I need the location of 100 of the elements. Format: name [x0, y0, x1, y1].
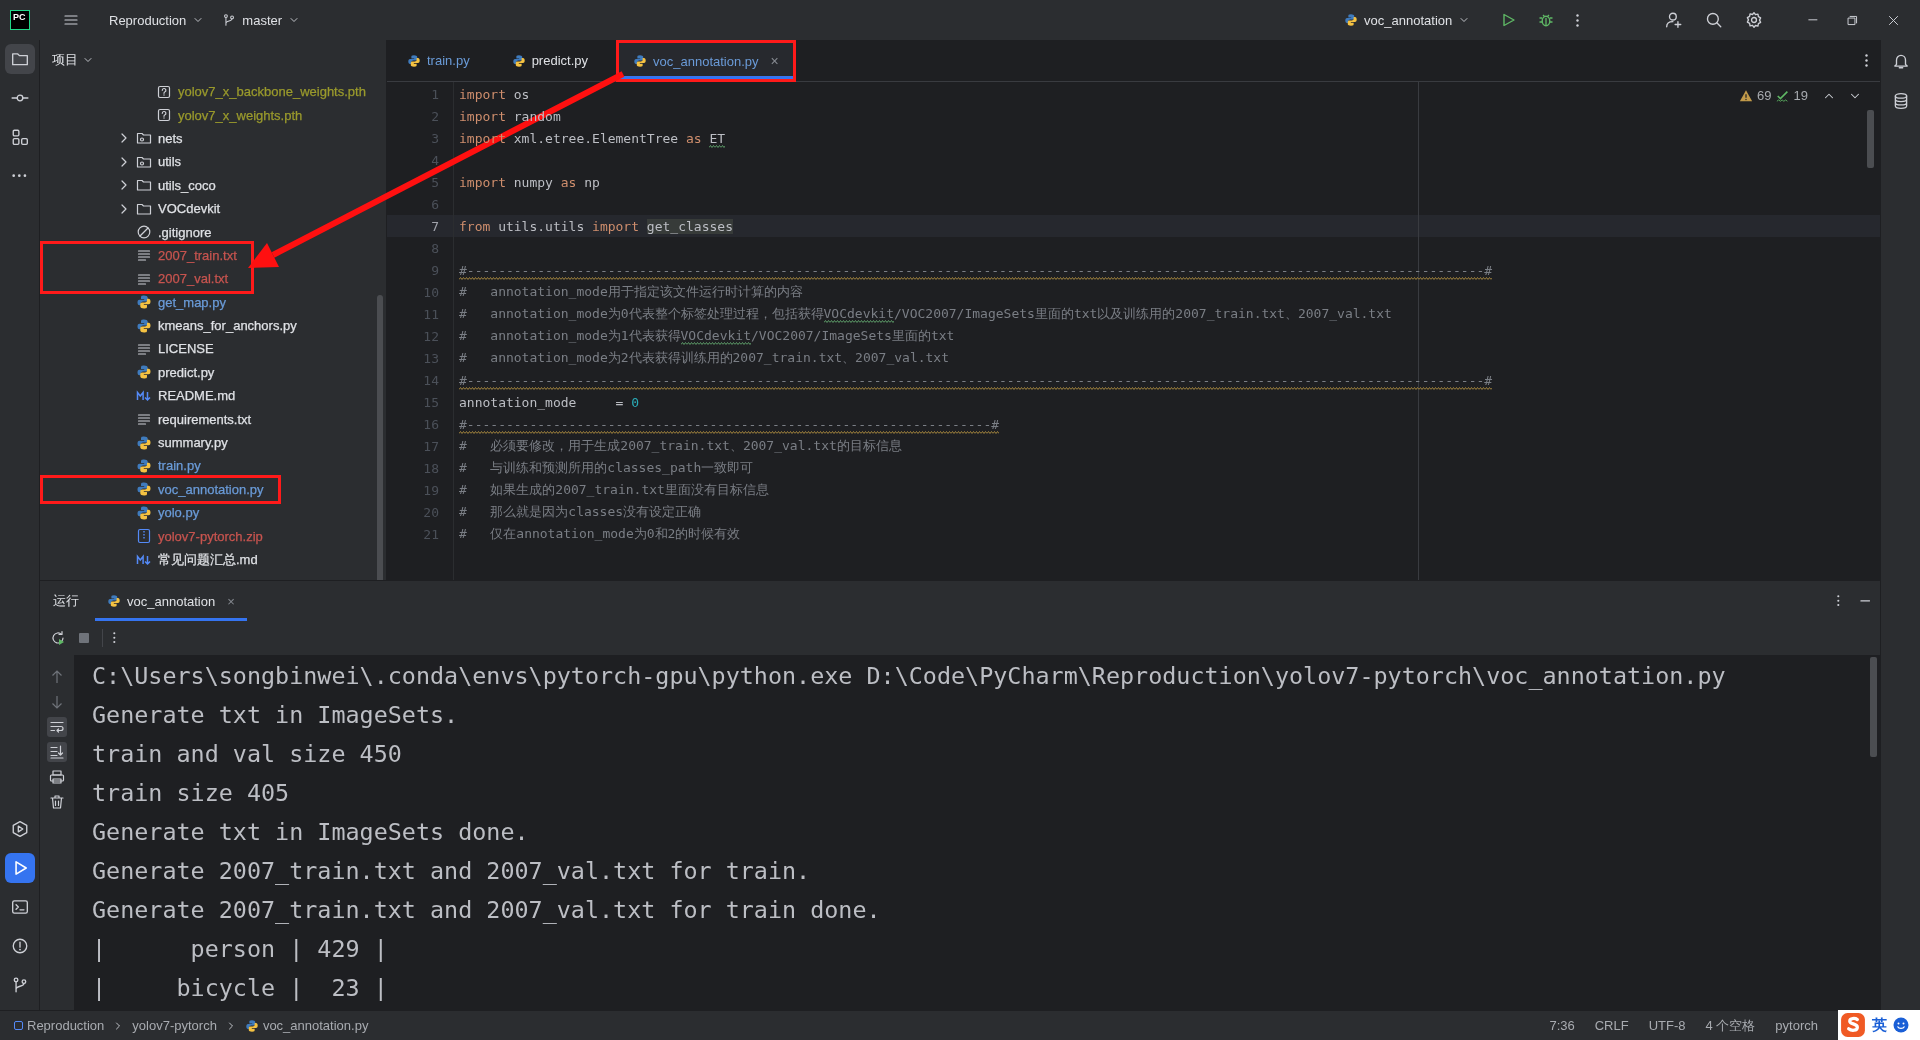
tree-item[interactable]: utils_coco: [40, 173, 386, 197]
scroll-to-end-icon: [49, 744, 65, 760]
python-icon: [136, 294, 152, 311]
folder-icon: [136, 177, 152, 194]
code-line: # annotation_mode用于指定该文件运行时计算的内容: [459, 283, 803, 301]
folder-icon: [10, 50, 29, 68]
tree-item[interactable]: get_map.py: [40, 290, 386, 314]
run-icon: [1500, 12, 1517, 28]
branch-dropdown[interactable]: master: [215, 7, 308, 33]
typo-count[interactable]: 19: [1793, 88, 1808, 103]
run-config-dropdown[interactable]: voc_annotation: [1337, 7, 1478, 33]
code-line: # 如果生成的2007_train.txt里面没有目标信息: [459, 481, 769, 499]
status-item[interactable]: UTF-8: [1641, 1016, 1693, 1035]
python-icon: [407, 53, 421, 68]
editor-tab[interactable]: voc_annotation.py ×: [616, 40, 796, 82]
bell-icon: [1891, 52, 1910, 70]
python-icon: [107, 594, 121, 608]
close-tab-icon[interactable]: ×: [770, 53, 779, 69]
archive-icon: [136, 528, 152, 545]
typo-check-icon: [1775, 88, 1790, 103]
tree-item[interactable]: voc_annotation.py: [43, 477, 264, 502]
console-line: | bicycle | 23 |: [92, 973, 389, 1004]
code-line: # annotation_mode为1代表获得VOCdevkit/VOC2007/ImageSets里面的txt: [459, 327, 955, 345]
python-icon: [136, 457, 152, 474]
run-tab[interactable]: voc_annotation ×: [95, 581, 247, 621]
soft-wrap-icon: [49, 719, 65, 735]
tree-item[interactable]: requirements.txt: [40, 407, 386, 431]
console-line: Generate 2007_train.txt and 2007_val.txt for train.: [92, 856, 812, 887]
unknown-file-icon: [156, 107, 172, 124]
tree-item[interactable]: README.md: [40, 384, 386, 408]
tree-item[interactable]: yolov7_x_weights.pth: [40, 103, 386, 127]
tree-item[interactable]: utils: [40, 150, 386, 174]
smiley-icon[interactable]: [1893, 1017, 1909, 1033]
ignore-file-icon: [136, 224, 152, 241]
editor-tab[interactable]: train.py: [393, 40, 484, 81]
minimize-icon: [1859, 600, 1870, 602]
status-item[interactable]: CRLF: [1587, 1016, 1636, 1035]
tree-item[interactable]: VOCdevkit: [40, 196, 386, 221]
terminal-icon: [10, 898, 29, 916]
problems-icon: [10, 937, 29, 955]
rerun-icon: [50, 630, 66, 646]
status-item[interactable]: 4 个空格: [1698, 1014, 1763, 1037]
print-button[interactable]: [47, 767, 67, 787]
ime-toolbar[interactable]: 英: [1838, 1010, 1920, 1040]
scrollbar-thumb[interactable]: [1867, 110, 1874, 168]
breadcrumb[interactable]: voc_annotation.py: [242, 1016, 371, 1035]
project-tool-button[interactable]: [4, 44, 35, 74]
module-icon: [14, 1021, 23, 1030]
close-tab-icon[interactable]: ×: [227, 593, 235, 609]
search-icon: [1705, 11, 1724, 29]
trash-icon: [49, 794, 65, 810]
structure-icon: [10, 128, 29, 146]
project-dropdown[interactable]: Reproduction: [102, 7, 212, 33]
scrollbar-thumb[interactable]: [1870, 657, 1877, 757]
text-file-icon: [136, 411, 152, 428]
console-line: train and val size 450: [92, 739, 403, 770]
console-line: Generate txt in ImageSets.: [92, 700, 460, 731]
services-icon: [10, 820, 29, 838]
tree-item[interactable]: kmeans_for_anchors.py: [40, 313, 386, 338]
breadcrumb[interactable]: yolov7-pytorch: [130, 1016, 219, 1035]
code-line: import os: [459, 86, 530, 102]
warning-count[interactable]: 69: [1757, 88, 1772, 103]
tree-item[interactable]: 2007_train.txt: [43, 243, 237, 268]
restore-icon: [1846, 13, 1859, 27]
tree-item[interactable]: 常见问题汇总.md: [40, 547, 386, 572]
run-tool-button[interactable]: [4, 853, 35, 883]
tree-item[interactable]: summary.py: [40, 430, 386, 455]
tree-item[interactable]: predict.py: [40, 360, 386, 385]
scroll-end-button[interactable]: [47, 742, 67, 762]
more-icon: [1836, 595, 1840, 607]
tree-item[interactable]: train.py: [40, 454, 386, 478]
tree-item[interactable]: yolo.py: [40, 501, 386, 525]
tree-item[interactable]: yolov7-pytorch.zip: [40, 524, 386, 548]
text-file-icon: [136, 341, 152, 357]
print-icon: [49, 769, 65, 785]
console-line: | person | 429 |: [92, 934, 389, 965]
tree-item[interactable]: .gitignore: [40, 220, 386, 244]
editor-tab[interactable]: predict.py: [497, 40, 602, 81]
code-line: # 仅在annotation_mode为0和2的时候有效: [459, 525, 741, 543]
close-icon: [1887, 13, 1900, 27]
python-icon: [136, 434, 152, 451]
bug-icon: [1538, 12, 1555, 28]
project-view-dropdown[interactable]: 项目: [52, 51, 94, 69]
breadcrumb[interactable]: Reproduction: [12, 1016, 107, 1035]
scrollbar-thumb[interactable]: [377, 295, 383, 580]
status-item[interactable]: pytorch: [1768, 1016, 1825, 1035]
console-line: Generate txt in ImageSets done.: [92, 817, 530, 848]
more-icon: [1865, 54, 1868, 67]
tree-item[interactable]: LICENSE: [40, 337, 386, 361]
status-item[interactable]: 7:36: [1542, 1016, 1582, 1035]
code-line: annotation_mode = 0: [459, 394, 639, 410]
python-icon: [511, 53, 526, 68]
python-icon: [136, 364, 152, 381]
panel-title: 运行: [52, 592, 80, 610]
ime-logo-icon[interactable]: [1840, 1012, 1866, 1038]
wrap-button[interactable]: [47, 717, 67, 737]
tree-item[interactable]: nets: [40, 126, 386, 151]
tree-item[interactable]: 2007_val.txt: [43, 267, 237, 291]
tree-item[interactable]: yolov7_x_backbone_weights.pth: [40, 80, 386, 104]
line-number: 7: [430, 218, 440, 234]
